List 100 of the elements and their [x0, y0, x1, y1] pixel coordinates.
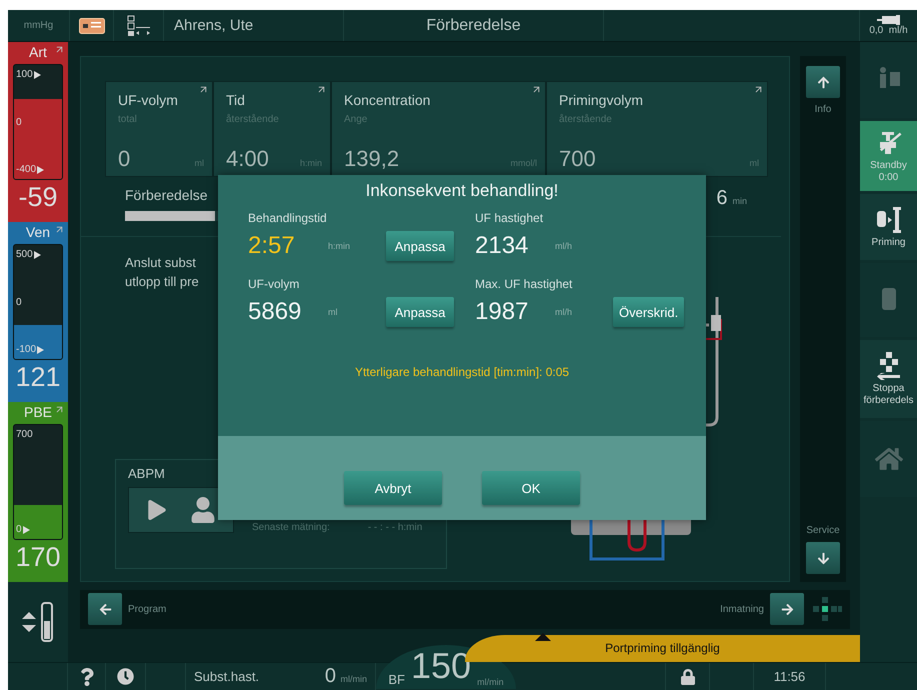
dialog-button[interactable]: Avbryt — [344, 471, 442, 505]
clock-icon[interactable] — [117, 668, 134, 685]
adjust-button[interactable]: Överskrid. — [613, 297, 684, 327]
marker-icon — [34, 250, 41, 258]
menu-item[interactable]: Priming — [860, 194, 917, 260]
pressure-label: PBE — [24, 404, 52, 420]
scale-label: -400 — [16, 164, 60, 175]
parameter-card[interactable]: Tid återstående 4:00 h:min — [213, 81, 331, 178]
dialog-message: Ytterligare behandlingstid [tim:min]: 0:05 — [354, 365, 570, 379]
card-value: 4:00 — [226, 146, 269, 172]
field-unit: h:min — [328, 241, 352, 251]
abpm-title: ABPM — [128, 466, 166, 481]
instruction-text: utlopp till pre — [125, 273, 199, 291]
card-value: 139,2 — [344, 146, 400, 172]
preparation-title: Förberedelse — [125, 187, 208, 204]
pressure-value: 170 — [15, 542, 61, 573]
list-arrows-icon[interactable] — [126, 14, 150, 36]
up-arrow-icon — [816, 76, 830, 88]
syringe-pump-icon — [876, 15, 900, 25]
expand-icon[interactable] — [54, 44, 65, 55]
status-message: Portpriming tillgänglig — [605, 641, 720, 656]
field-value: 2:57 — [248, 232, 296, 260]
field-label: UF hastighet — [475, 211, 544, 225]
scale-label: -100 — [16, 344, 60, 355]
field-label: Max. UF hastighet — [475, 277, 574, 291]
menu-item[interactable]: Stoppa förberedels — [860, 340, 917, 418]
scale-label: 700 — [16, 429, 34, 440]
expand-icon[interactable] — [316, 84, 327, 95]
pressure-label: Ven — [26, 224, 50, 240]
service-down-button[interactable] — [806, 542, 840, 574]
play-icon — [146, 500, 166, 520]
card-unit: mmol/l — [510, 158, 537, 168]
scale-label: 100 — [16, 69, 60, 80]
field-value: 5869 — [248, 298, 302, 326]
parameter-card[interactable]: Koncentration Ange 139,2 mmol/l — [331, 81, 546, 178]
card-title: UF-volym — [118, 92, 179, 108]
info-up-button[interactable] — [806, 66, 840, 98]
service-label: Service — [806, 525, 840, 536]
expand-icon[interactable] — [198, 84, 209, 95]
field-unit: ml/h — [555, 307, 574, 317]
expand-icon[interactable] — [54, 224, 65, 235]
forward-button[interactable] — [770, 593, 804, 626]
unit-label: mmHg — [24, 20, 54, 31]
field-label: UF-volym — [248, 277, 300, 291]
marker-icon — [37, 346, 44, 354]
marker-icon — [34, 70, 41, 78]
blood-flow-label: BF — [388, 672, 406, 687]
scale-label: 500 — [16, 249, 60, 260]
last-measurement-label: Senaste mätning: — [252, 522, 330, 533]
parameter-card[interactable]: UF-volym total 0 ml — [105, 81, 213, 178]
parameter-card[interactable]: Primingvolym återstående 700 ml — [546, 81, 768, 178]
card-unit: h:min — [300, 158, 322, 168]
card-title: Primingvolym — [559, 92, 644, 108]
card-unit: ml — [194, 158, 204, 168]
right-arrow-icon — [780, 602, 794, 616]
back-button[interactable] — [88, 593, 122, 626]
dialog-button[interactable]: OK — [482, 471, 580, 505]
info-label: Info — [814, 104, 832, 115]
instruction-text: Anslut subst — [125, 254, 196, 272]
clock-time: 11:56 — [774, 669, 806, 684]
scale-label: 0 — [16, 116, 23, 128]
left-arrow-icon — [98, 602, 112, 616]
position-indicator-icon — [810, 596, 842, 622]
marker-icon — [22, 526, 30, 534]
card-subtitle: total — [118, 114, 138, 125]
card-value: 0 — [118, 146, 130, 172]
remaining-time: 6 min — [716, 187, 748, 210]
level-adjust-icon[interactable] — [20, 599, 56, 645]
heparin-rate: 0,0 ml/h — [869, 25, 908, 36]
home-icon — [874, 445, 902, 473]
card-title: Koncentration — [344, 92, 432, 108]
expand-icon[interactable] — [531, 84, 542, 95]
pressure-label: Art — [29, 44, 47, 60]
field-value: 2134 — [475, 232, 530, 260]
substitution-rate-label: Subst.hast. — [194, 669, 260, 684]
pressure-value: -59 — [18, 182, 58, 213]
field-unit: ml — [328, 307, 338, 317]
field-value: 1987 — [475, 298, 530, 326]
card-unit: ml — [750, 158, 759, 168]
blood-flow-value: 150 — [411, 645, 472, 687]
field-unit: ml/h — [555, 241, 574, 251]
down-arrow-icon — [816, 552, 830, 564]
dialog-title: Inkonsekvent behandling! — [364, 181, 560, 201]
card-value: 700 — [559, 146, 596, 172]
field-label: Behandlingstid — [248, 211, 328, 225]
substitution-rate-value: 0 ml/min — [324, 665, 367, 688]
patient-name: Ahrens, Ute — [174, 17, 254, 34]
expand-icon[interactable] — [753, 84, 764, 95]
last-measurement-value: - - : - - h:min — [368, 522, 422, 533]
card-title: Tid — [226, 92, 246, 108]
marker-icon — [37, 166, 44, 174]
forward-label: Inmatning — [720, 604, 764, 615]
adjust-button[interactable]: Anpassa — [386, 297, 454, 327]
adjust-button[interactable]: Anpassa — [386, 231, 454, 261]
pressure-value: 121 — [15, 362, 61, 393]
lock-icon[interactable] — [680, 668, 696, 684]
patient-card-icon[interactable] — [78, 18, 104, 34]
card-subtitle: återstående — [226, 114, 280, 125]
person-icon — [190, 497, 216, 523]
scale-label: 0 — [16, 524, 60, 535]
